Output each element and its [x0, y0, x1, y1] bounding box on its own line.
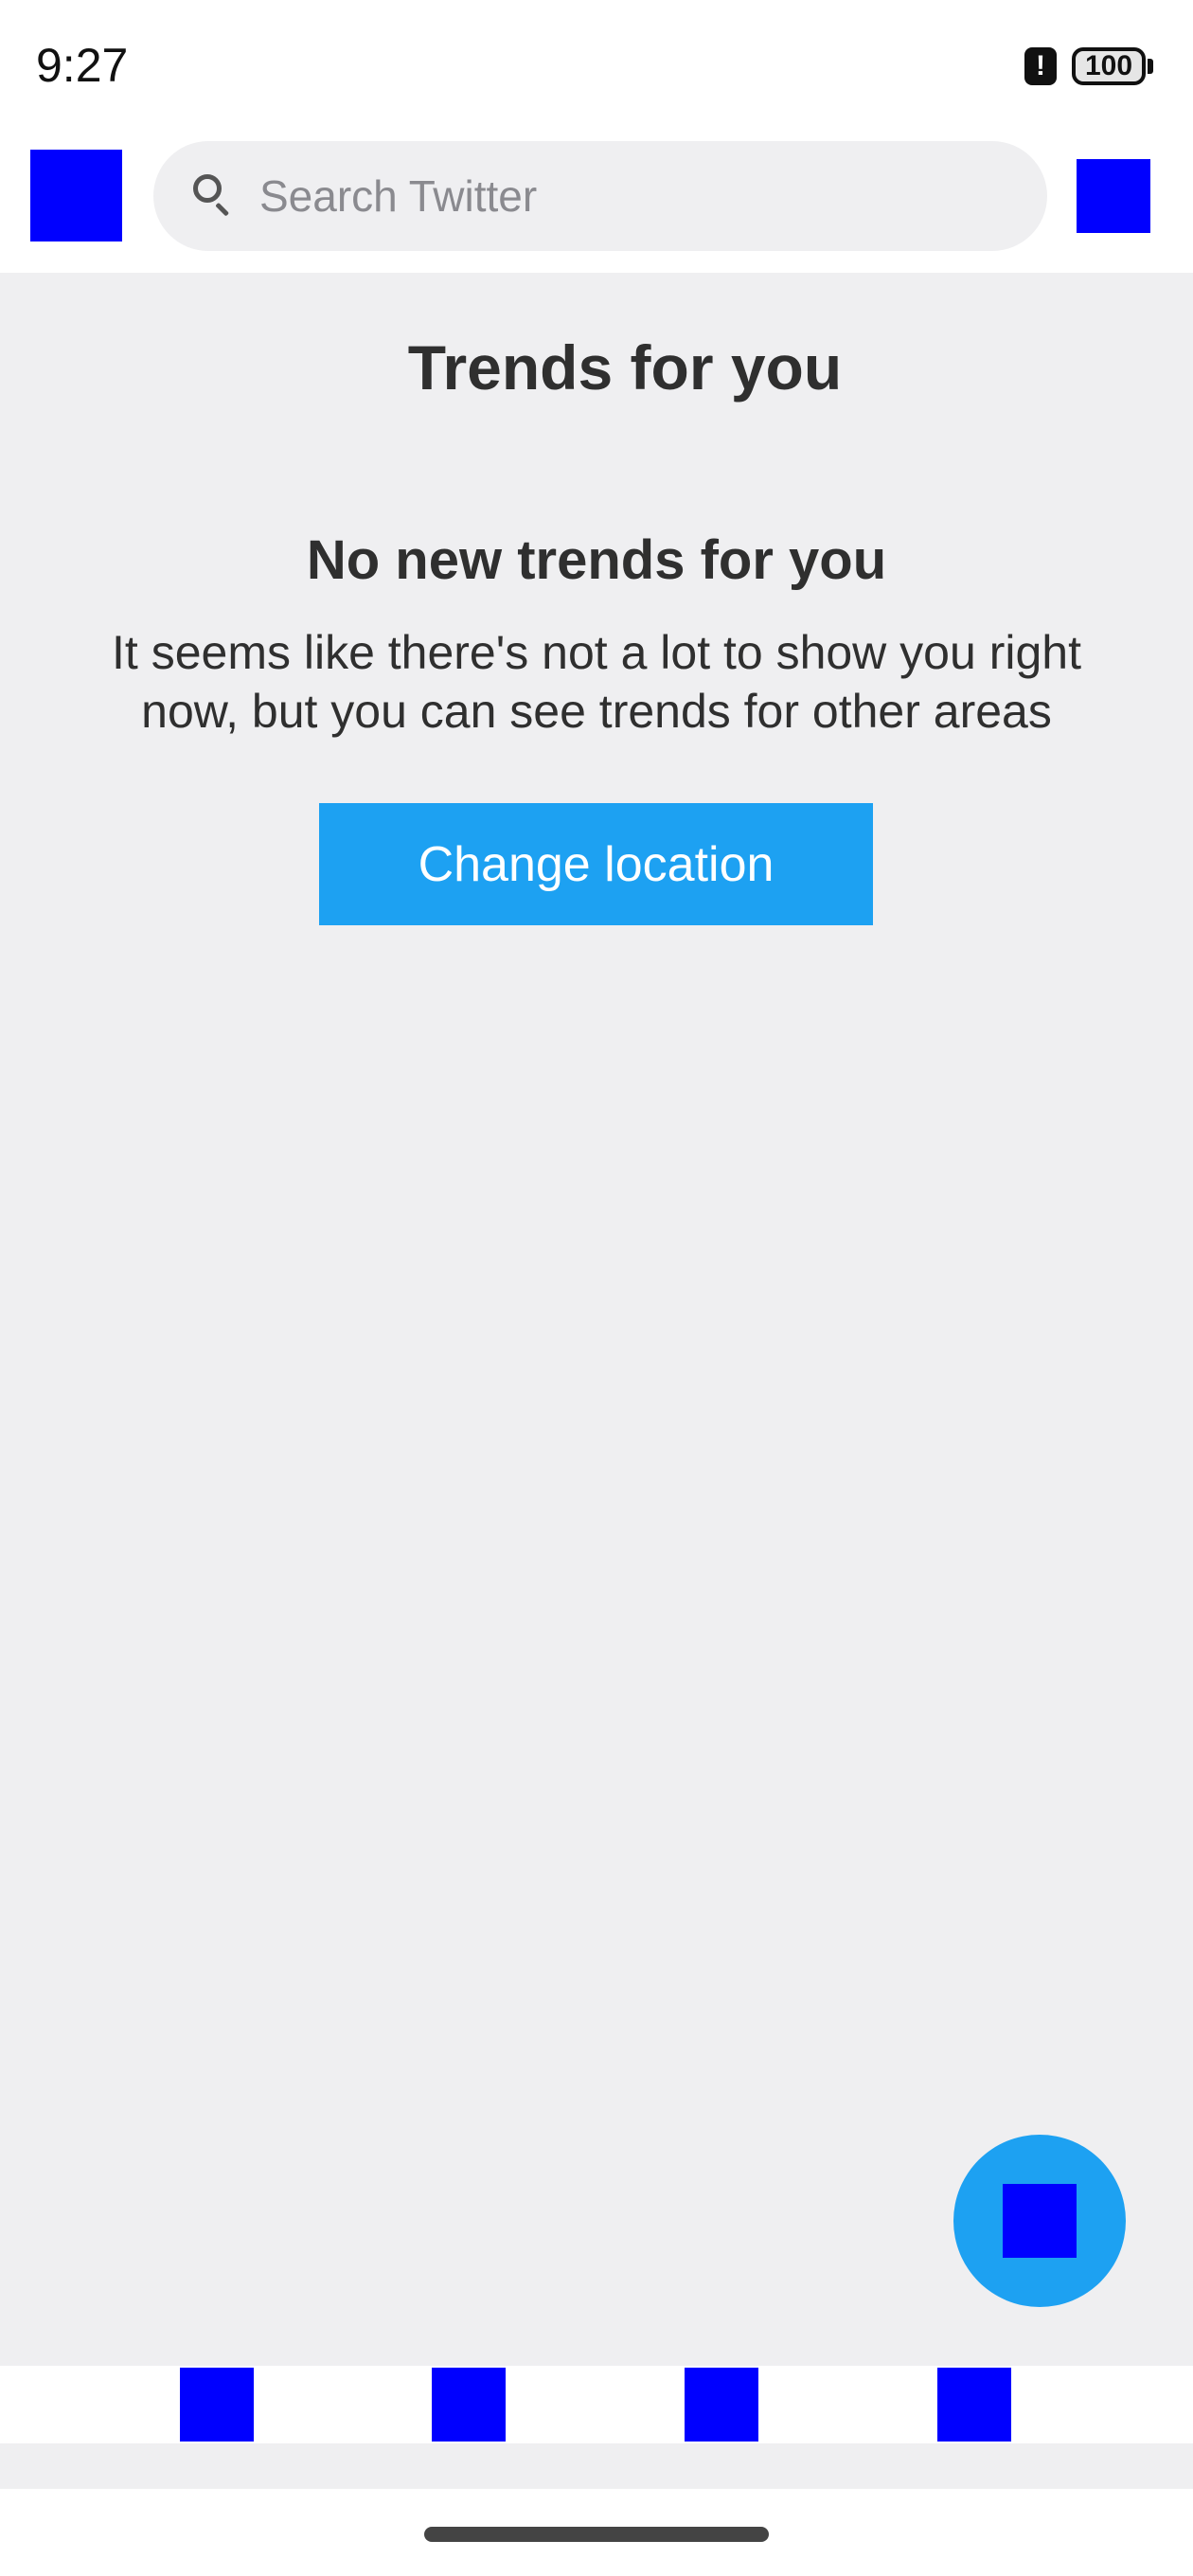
compose-icon [1003, 2184, 1077, 2258]
settings-icon[interactable] [1077, 159, 1150, 233]
page-title: Trends for you [407, 332, 843, 402]
bottom-navigation [0, 2368, 1193, 2443]
empty-state-message: It seems like there's not a lot to show … [112, 626, 1081, 738]
battery-icon: 100 [1072, 47, 1146, 85]
home-gesture-bar[interactable] [424, 2527, 769, 2542]
status-bar [0, 0, 1193, 133]
search-icon [193, 174, 237, 218]
search-placeholder: Search Twitter [259, 171, 538, 221]
status-time: 9:27 [36, 39, 129, 92]
alert-icon: ! [1024, 47, 1057, 85]
change-location-button[interactable]: Change location [319, 803, 873, 925]
empty-state-title: No new trends for you [306, 529, 887, 591]
nav-notifications-icon[interactable] [685, 2368, 758, 2442]
nav-home-icon[interactable] [180, 2368, 254, 2442]
nav-divider-strip [0, 2443, 1193, 2489]
search-input[interactable]: Search Twitter [153, 141, 1047, 251]
nav-messages-icon[interactable] [937, 2368, 1011, 2442]
nav-explore-icon[interactable] [432, 2368, 506, 2442]
profile-icon[interactable] [30, 150, 122, 242]
battery-tip [1148, 59, 1153, 74]
